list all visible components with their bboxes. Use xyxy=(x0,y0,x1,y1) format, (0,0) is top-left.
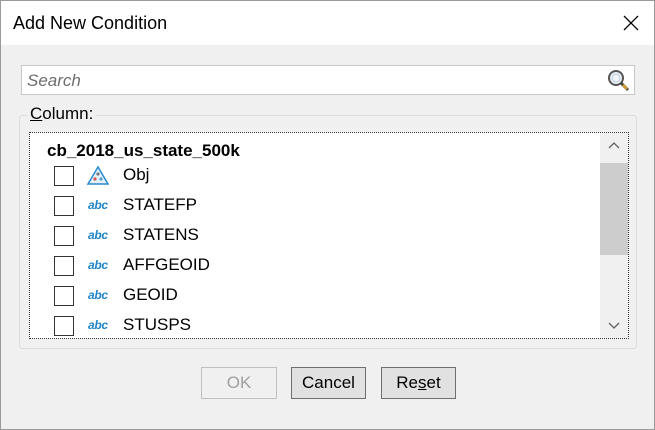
list-item-label: STUSPS xyxy=(123,315,192,334)
search-input[interactable] xyxy=(25,69,604,93)
list-item-label: AFFGEOID xyxy=(123,255,210,274)
list-item-obj[interactable]: Obj xyxy=(30,163,598,193)
search-box xyxy=(21,65,635,95)
checkbox[interactable] xyxy=(54,166,74,186)
text-type-icon: abc xyxy=(88,228,108,242)
vertical-scrollbar[interactable] xyxy=(600,133,628,338)
scrollbar-thumb[interactable] xyxy=(600,163,628,255)
text-type-icon: abc xyxy=(88,288,108,302)
list-item-label: GEOID xyxy=(123,285,178,304)
checkbox[interactable] xyxy=(54,256,74,276)
checkbox[interactable] xyxy=(54,226,74,246)
reset-button[interactable]: Re s et xyxy=(381,367,456,399)
list-item-geoid[interactable]: abc GEOID xyxy=(30,283,598,313)
cancel-button[interactable]: Cancel xyxy=(291,367,366,399)
list-item-statens[interactable]: abc STATENS xyxy=(30,223,598,253)
ok-button[interactable]: OK xyxy=(201,367,277,399)
geometry-icon xyxy=(86,165,110,185)
list-item-affgeoid[interactable]: abc AFFGEOID xyxy=(30,253,598,283)
search-button[interactable] xyxy=(605,68,633,94)
list-item-statefp[interactable]: abc STATEFP xyxy=(30,193,598,223)
list-item-label: Obj xyxy=(123,165,150,184)
column-listbox[interactable]: cb_2018_us_state_500k Obj abc STATEFP ab… xyxy=(29,132,629,339)
dialog-title: Add New Condition xyxy=(13,13,168,33)
title-bar: Add New Condition xyxy=(1,1,654,45)
checkbox[interactable] xyxy=(54,196,74,216)
list-group-header: cb_2018_us_state_500k xyxy=(47,141,240,160)
list-item-label: STATEFP xyxy=(123,195,197,214)
list-item-label: STATENS xyxy=(123,225,199,244)
text-type-icon: abc xyxy=(88,258,108,272)
add-new-condition-dialog: Add New Condition Column: cb_2018_us_sta… xyxy=(0,0,655,430)
scroll-down-icon[interactable] xyxy=(606,318,622,332)
column-label: Column: xyxy=(27,104,97,124)
text-type-icon: abc xyxy=(88,198,108,212)
close-icon xyxy=(623,15,639,31)
close-button[interactable] xyxy=(608,1,654,45)
magnifier-icon xyxy=(608,70,630,92)
text-type-icon: abc xyxy=(88,318,108,332)
checkbox[interactable] xyxy=(54,286,74,306)
scroll-up-icon[interactable] xyxy=(606,139,622,153)
checkbox[interactable] xyxy=(54,316,74,336)
list-item-stusps[interactable]: abc STUSPS xyxy=(30,313,598,338)
